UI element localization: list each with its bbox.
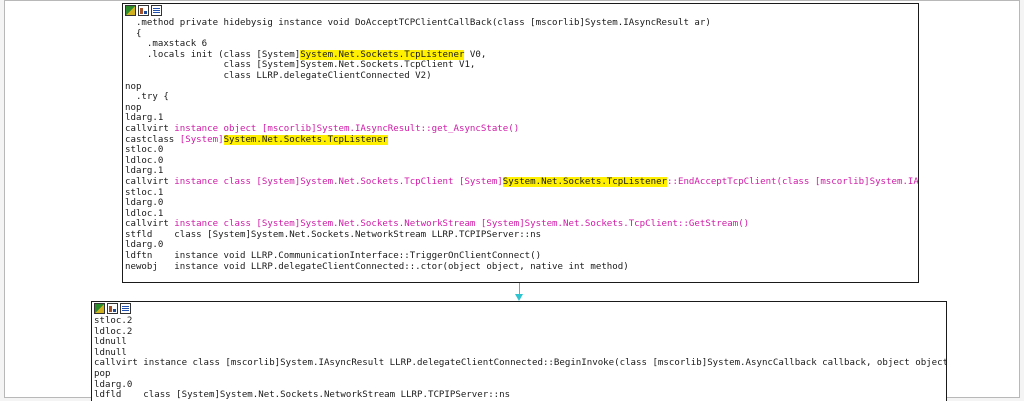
code-token: class LLRP.delegateClientConnected V2) (125, 70, 432, 81)
code-token: nop (125, 102, 142, 113)
code-token: ldftn instance void LLRP.CommunicationIn… (125, 251, 542, 262)
highlighted-token: System.Net.Sockets.TcpListener (223, 134, 388, 145)
code-token: .method private hidebysig instance void … (125, 18, 711, 28)
code-token: stfld class [System]System.Net.Sockets.N… (125, 229, 542, 240)
code-token: [System] (179, 134, 224, 145)
text-view-icon[interactable] (120, 303, 131, 314)
code-line[interactable]: castclass [System]System.Net.Sockets.Tcp… (125, 134, 918, 146)
code-token: { (125, 28, 142, 39)
code-line[interactable]: callvirt instance class [System]System.N… (125, 219, 918, 230)
code-token: callvirt (125, 176, 175, 187)
code-token: ::EndAcceptTcpClient(class [mscorlib]Sys… (667, 176, 919, 187)
code-line[interactable]: ldnull (94, 337, 946, 348)
code-line[interactable]: .try { (125, 92, 918, 103)
code-token: stloc.2 (94, 316, 133, 326)
highlighted-token: System.Net.Sockets.TcpListener (300, 49, 465, 60)
code-line[interactable]: stfld class [System]System.Net.Sockets.N… (125, 230, 918, 241)
code-line[interactable]: newobj instance void LLRP.delegateClient… (125, 262, 918, 273)
code-token: pop (94, 368, 111, 379)
code-token: instance class [System]System.Net.Socket… (174, 176, 503, 187)
code-line[interactable]: callvirt instance class [System]System.N… (125, 176, 919, 188)
code-line[interactable]: class LLRP.delegateClientConnected V2) (125, 71, 918, 82)
code-token: nop (125, 81, 142, 92)
node-toolbar (92, 302, 946, 316)
text-view-icon[interactable] (151, 5, 162, 16)
code-listing: stloc.2 ldloc.2 ldnull ldnull callvirt insta… (92, 316, 946, 401)
code-listing: .method private hidebysig instance void … (123, 18, 918, 272)
code-token: ldloc.2 (94, 326, 133, 337)
code-token: .try { (125, 92, 169, 103)
code-line[interactable]: ldloc.2 (94, 327, 946, 338)
color-icon[interactable] (94, 303, 105, 314)
code-token: ldnull (94, 337, 127, 348)
graph-icon[interactable] (107, 303, 118, 314)
code-line[interactable]: stloc.1 (125, 188, 918, 199)
code-token: ldarg.0 (125, 240, 164, 251)
code-token: ldarg.1 (125, 166, 164, 177)
code-line[interactable]: .maxstack 6 (125, 39, 918, 50)
code-line[interactable]: callvirt instance object [mscorlib]Syste… (125, 124, 918, 135)
code-token: instance object [mscorlib]System.IAsyncR… (174, 123, 520, 134)
code-line[interactable]: stloc.0 (125, 145, 918, 156)
code-line[interactable]: ldloc.0 (125, 156, 918, 167)
code-token: ldloc.1 (125, 208, 164, 219)
code-token: instance class [System]System.Net.Socket… (174, 219, 750, 230)
code-token: .maxstack 6 (125, 39, 208, 50)
code-token: newobj instance void LLRP.delegateClient… (125, 261, 629, 272)
code-token: .locals init (class [System] (125, 49, 301, 60)
code-line[interactable]: ldarg.1 (125, 113, 918, 124)
code-line[interactable]: ldarg.0 (125, 198, 918, 209)
code-token: ldfld class [System]System.Net.Sockets.N… (94, 390, 511, 401)
code-line[interactable]: callvirt instance class [mscorlib]System… (94, 358, 946, 369)
code-token: stloc.1 (125, 187, 164, 198)
code-line[interactable]: .locals init (class [System]System.Net.S… (125, 49, 918, 61)
code-line[interactable]: ldnull (94, 348, 946, 359)
code-line[interactable]: pop (94, 369, 946, 380)
code-line[interactable]: nop (125, 103, 918, 114)
code-line[interactable]: { (125, 29, 918, 40)
code-token: ldnull (94, 347, 127, 358)
code-line[interactable]: .method private hidebysig instance void … (125, 18, 918, 29)
code-token: castclass (125, 134, 180, 145)
code-token: ldarg.0 (94, 379, 133, 390)
code-line[interactable]: ldfld class [System]System.Net.Sockets.N… (94, 390, 946, 401)
code-line[interactable]: stloc.2 (94, 316, 946, 327)
node-toolbar (123, 4, 918, 18)
code-token: ldloc.0 (125, 155, 164, 166)
code-token: stloc.0 (125, 145, 164, 156)
color-icon[interactable] (125, 5, 136, 16)
code-line[interactable]: nop (125, 82, 918, 93)
code-line[interactable]: ldarg.0 (94, 380, 946, 391)
code-block-node-1[interactable]: .method private hidebysig instance void … (122, 3, 919, 283)
code-token: ldarg.0 (125, 198, 164, 209)
code-line[interactable]: ldarg.1 (125, 166, 918, 177)
code-line[interactable]: class [System]System.Net.Sockets.TcpClie… (125, 60, 918, 71)
highlighted-token: System.Net.Sockets.TcpListener (502, 176, 668, 187)
graph-icon[interactable] (138, 5, 149, 16)
code-token: callvirt (125, 219, 175, 230)
disassembly-graph-view[interactable]: .method private hidebysig instance void … (4, 0, 1020, 401)
code-token: V0, (464, 49, 487, 60)
code-token: callvirt (125, 123, 175, 134)
code-line[interactable]: ldarg.0 (125, 240, 918, 251)
code-token: callvirt instance class [mscorlib]System… (94, 358, 947, 369)
flow-arrow-icon (515, 294, 523, 301)
code-token: class [System]System.Net.Sockets.TcpClie… (125, 60, 476, 71)
code-block-node-2[interactable]: stloc.2 ldloc.2 ldnull ldnull callvirt insta… (91, 301, 947, 401)
code-line[interactable]: ldloc.1 (125, 209, 918, 220)
code-token: ldarg.1 (125, 113, 164, 124)
code-line[interactable]: ldftn instance void LLRP.CommunicationIn… (125, 251, 918, 262)
